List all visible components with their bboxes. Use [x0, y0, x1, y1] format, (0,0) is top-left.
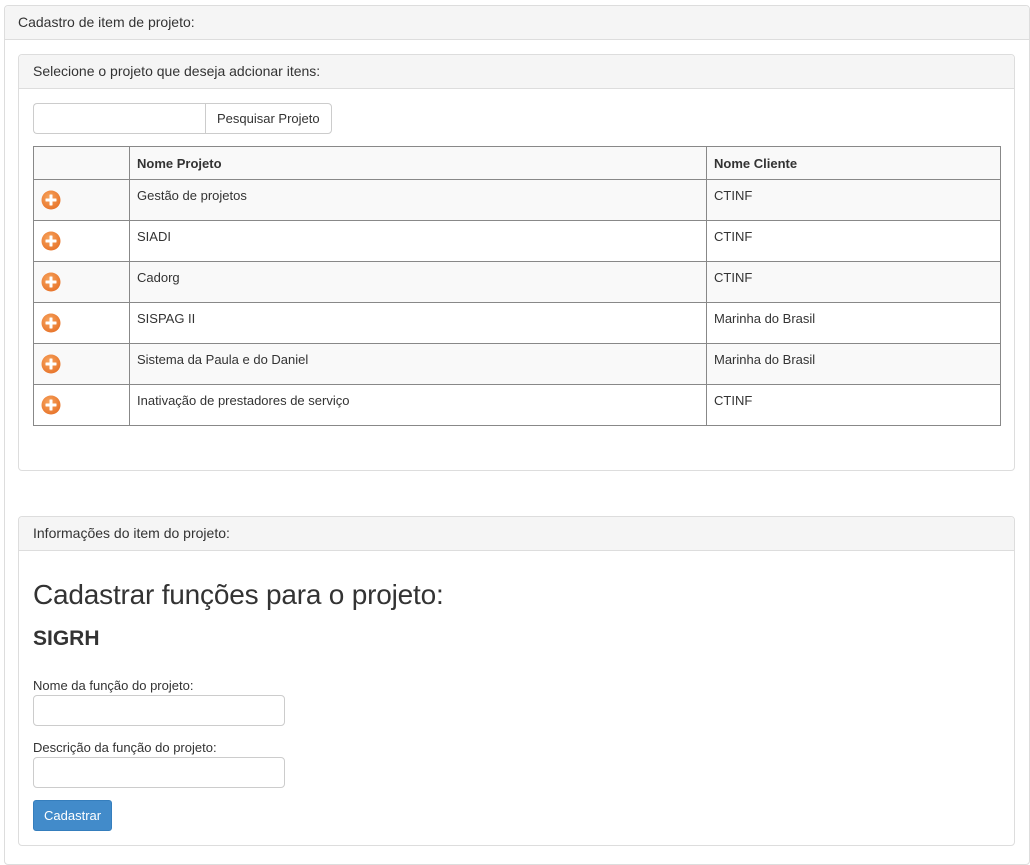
table-row: Cadorg CTINF	[33, 261, 1001, 303]
function-name-label: Nome da função do projeto:	[33, 678, 194, 693]
row-action-cell	[33, 384, 130, 426]
project-name-cell: Gestão de projetos	[129, 179, 707, 221]
project-name-cell: Cadorg	[129, 261, 707, 303]
row-action-cell	[33, 261, 130, 303]
table-row: SIADI CTINF	[33, 220, 1001, 262]
add-circle-icon[interactable]	[41, 354, 61, 374]
table-row: Sistema da Paula e do Daniel Marinha do B…	[33, 343, 1001, 385]
table-row: Gestão de projetos CTINF	[33, 179, 1001, 221]
add-circle-icon[interactable]	[41, 231, 61, 251]
row-action-cell	[33, 343, 130, 385]
function-description-input[interactable]	[33, 757, 285, 788]
project-search-group: Pesquisar Projeto	[33, 103, 332, 134]
table-row: Inativação de prestadores de serviço CTIN…	[33, 384, 1001, 426]
add-circle-icon[interactable]	[41, 272, 61, 292]
search-project-button[interactable]: Pesquisar Projeto	[205, 103, 332, 134]
add-circle-icon[interactable]	[41, 313, 61, 333]
add-circle-icon[interactable]	[41, 190, 61, 210]
table-row: SISPAG II Marinha do Brasil	[33, 302, 1001, 344]
project-name-cell: Sistema da Paula e do Daniel	[129, 343, 707, 385]
client-name-cell: Marinha do Brasil	[706, 302, 1001, 344]
row-action-cell	[33, 302, 130, 344]
row-action-cell	[33, 220, 130, 262]
function-description-label: Descrição da função do projeto:	[33, 740, 217, 755]
client-name-cell: CTINF	[706, 179, 1001, 221]
project-select-panel: Selecione o projeto que deseja adcionar …	[18, 54, 1015, 471]
project-search-input[interactable]	[33, 103, 205, 134]
row-action-cell	[33, 179, 130, 221]
selected-project-name: SIGRH	[33, 627, 100, 650]
client-name-cell: CTINF	[706, 261, 1001, 303]
column-header-client-name: Nome Cliente	[706, 146, 1001, 180]
register-button[interactable]: Cadastrar	[33, 800, 113, 831]
panel-title: Cadastro de item de projeto:	[5, 6, 1029, 40]
client-name-cell: CTINF	[706, 384, 1001, 426]
client-name-cell: Marinha do Brasil	[706, 343, 1001, 385]
column-header-project-name: Nome Projeto	[129, 146, 707, 180]
projects-table: Nome Projeto Nome Cliente Gestão de proj…	[33, 146, 1001, 426]
item-registration-panel: Cadastro de item de projeto: Selecione o…	[4, 5, 1030, 865]
register-functions-heading: Cadastrar funções para o projeto:	[33, 579, 444, 610]
project-name-cell: SIADI	[129, 220, 707, 262]
project-name-cell: Inativação de prestadores de serviço	[129, 384, 707, 426]
client-name-cell: CTINF	[706, 220, 1001, 262]
project-name-cell: SISPAG II	[129, 302, 707, 344]
item-info-title: Informações do item do projeto:	[19, 517, 1014, 551]
project-select-title: Selecione o projeto que deseja adcionar …	[19, 55, 1014, 89]
column-header-action	[33, 146, 130, 180]
table-header-row: Nome Projeto Nome Cliente	[33, 146, 1001, 180]
add-circle-icon[interactable]	[41, 395, 61, 415]
item-info-panel: Informações do item do projeto: Cadastra…	[18, 516, 1015, 846]
function-name-input[interactable]	[33, 695, 285, 726]
